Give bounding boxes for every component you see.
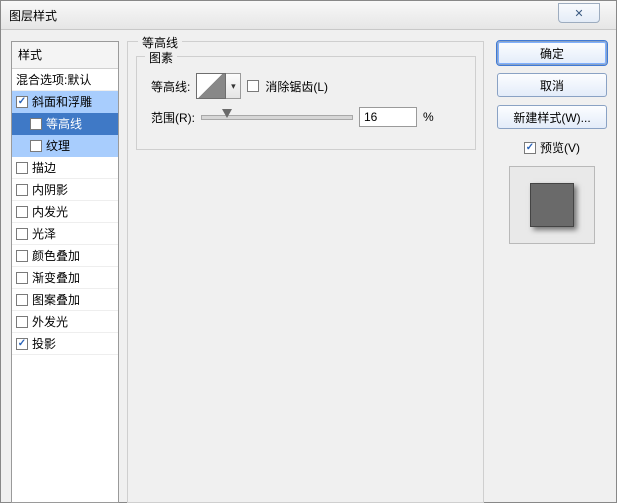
window-title: 图层样式: [9, 7, 57, 24]
ok-button[interactable]: 确定: [497, 41, 607, 65]
close-icon: ✕: [574, 7, 583, 20]
style-label: 内阴影: [32, 181, 68, 198]
style-row-11[interactable]: 投影: [12, 333, 118, 355]
style-label: 图案叠加: [32, 291, 80, 308]
style-row-2[interactable]: 纹理: [12, 135, 118, 157]
style-row-4[interactable]: 内阴影: [12, 179, 118, 201]
contour-line: 等高线: ▾ 消除锯齿(L): [151, 73, 328, 99]
styles-header[interactable]: 样式: [12, 42, 118, 69]
style-checkbox[interactable]: [16, 338, 28, 350]
style-checkbox[interactable]: [30, 140, 42, 152]
new-style-button[interactable]: 新建样式(W)...: [497, 105, 607, 129]
style-label: 纹理: [46, 137, 70, 154]
style-label: 内发光: [32, 203, 68, 220]
style-label: 斜面和浮雕: [32, 93, 92, 110]
style-checkbox[interactable]: [16, 316, 28, 328]
style-row-9[interactable]: 图案叠加: [12, 289, 118, 311]
dialog-body: 样式 混合选项:默认 斜面和浮雕等高线纹理描边内阴影内发光光泽颜色叠加渐变叠加图…: [1, 29, 616, 502]
layer-style-dialog: 图层样式 ✕ 样式 混合选项:默认 斜面和浮雕等高线纹理描边内阴影内发光光泽颜色…: [0, 0, 617, 503]
style-row-0[interactable]: 斜面和浮雕: [12, 91, 118, 113]
style-row-7[interactable]: 颜色叠加: [12, 245, 118, 267]
range-line: 范围(R): 16 %: [151, 107, 434, 127]
titlebar: 图层样式 ✕: [1, 1, 616, 30]
style-checkbox[interactable]: [16, 250, 28, 262]
elements-group: 图素 等高线: ▾ 消除锯齿(L) 范围(R): 16: [136, 56, 476, 150]
style-row-10[interactable]: 外发光: [12, 311, 118, 333]
range-slider[interactable]: [201, 115, 353, 120]
style-row-8[interactable]: 渐变叠加: [12, 267, 118, 289]
chevron-down-icon: ▾: [226, 73, 241, 99]
style-checkbox[interactable]: [16, 294, 28, 306]
styles-list: 斜面和浮雕等高线纹理描边内阴影内发光光泽颜色叠加渐变叠加图案叠加外发光投影: [12, 91, 118, 355]
style-label: 颜色叠加: [32, 247, 80, 264]
style-row-1[interactable]: 等高线: [12, 113, 118, 135]
style-label: 等高线: [46, 115, 82, 132]
preview-toggle[interactable]: 预览(V): [524, 139, 580, 156]
blend-options-row[interactable]: 混合选项:默认: [12, 69, 118, 91]
style-checkbox[interactable]: [16, 228, 28, 240]
blend-options-label: 混合选项:默认: [16, 71, 91, 88]
style-checkbox[interactable]: [16, 272, 28, 284]
preview-box: [509, 166, 595, 244]
style-row-3[interactable]: 描边: [12, 157, 118, 179]
contour-picker[interactable]: ▾: [196, 73, 241, 99]
antialias-label: 消除锯齿(L): [265, 78, 328, 95]
preview-swatch: [530, 183, 574, 227]
cancel-button[interactable]: 取消: [497, 73, 607, 97]
style-label: 外发光: [32, 313, 68, 330]
slider-thumb-icon: [222, 109, 232, 118]
range-unit: %: [423, 110, 434, 124]
style-checkbox[interactable]: [16, 96, 28, 108]
antialias-checkbox[interactable]: [247, 80, 259, 92]
preview-checkbox: [524, 142, 536, 154]
contour-group: 等高线 图素 等高线: ▾ 消除锯齿(L) 范围(R):: [127, 41, 484, 503]
preview-label: 预览(V): [540, 139, 580, 156]
style-row-5[interactable]: 内发光: [12, 201, 118, 223]
style-row-6[interactable]: 光泽: [12, 223, 118, 245]
contour-label: 等高线:: [151, 78, 190, 95]
style-checkbox[interactable]: [16, 184, 28, 196]
range-input[interactable]: 16: [359, 107, 417, 127]
style-checkbox[interactable]: [16, 162, 28, 174]
right-panel: 确定 取消 新建样式(W)... 预览(V): [496, 41, 608, 244]
range-label: 范围(R):: [151, 109, 195, 126]
window-close-button[interactable]: ✕: [558, 3, 600, 23]
style-label: 描边: [32, 159, 56, 176]
style-checkbox[interactable]: [16, 206, 28, 218]
style-label: 渐变叠加: [32, 269, 80, 286]
style-label: 投影: [32, 335, 56, 352]
contour-thumb-icon: [196, 73, 226, 99]
elements-group-title: 图素: [145, 49, 177, 66]
styles-panel: 样式 混合选项:默认 斜面和浮雕等高线纹理描边内阴影内发光光泽颜色叠加渐变叠加图…: [11, 41, 119, 503]
style-label: 光泽: [32, 225, 56, 242]
style-checkbox[interactable]: [30, 118, 42, 130]
